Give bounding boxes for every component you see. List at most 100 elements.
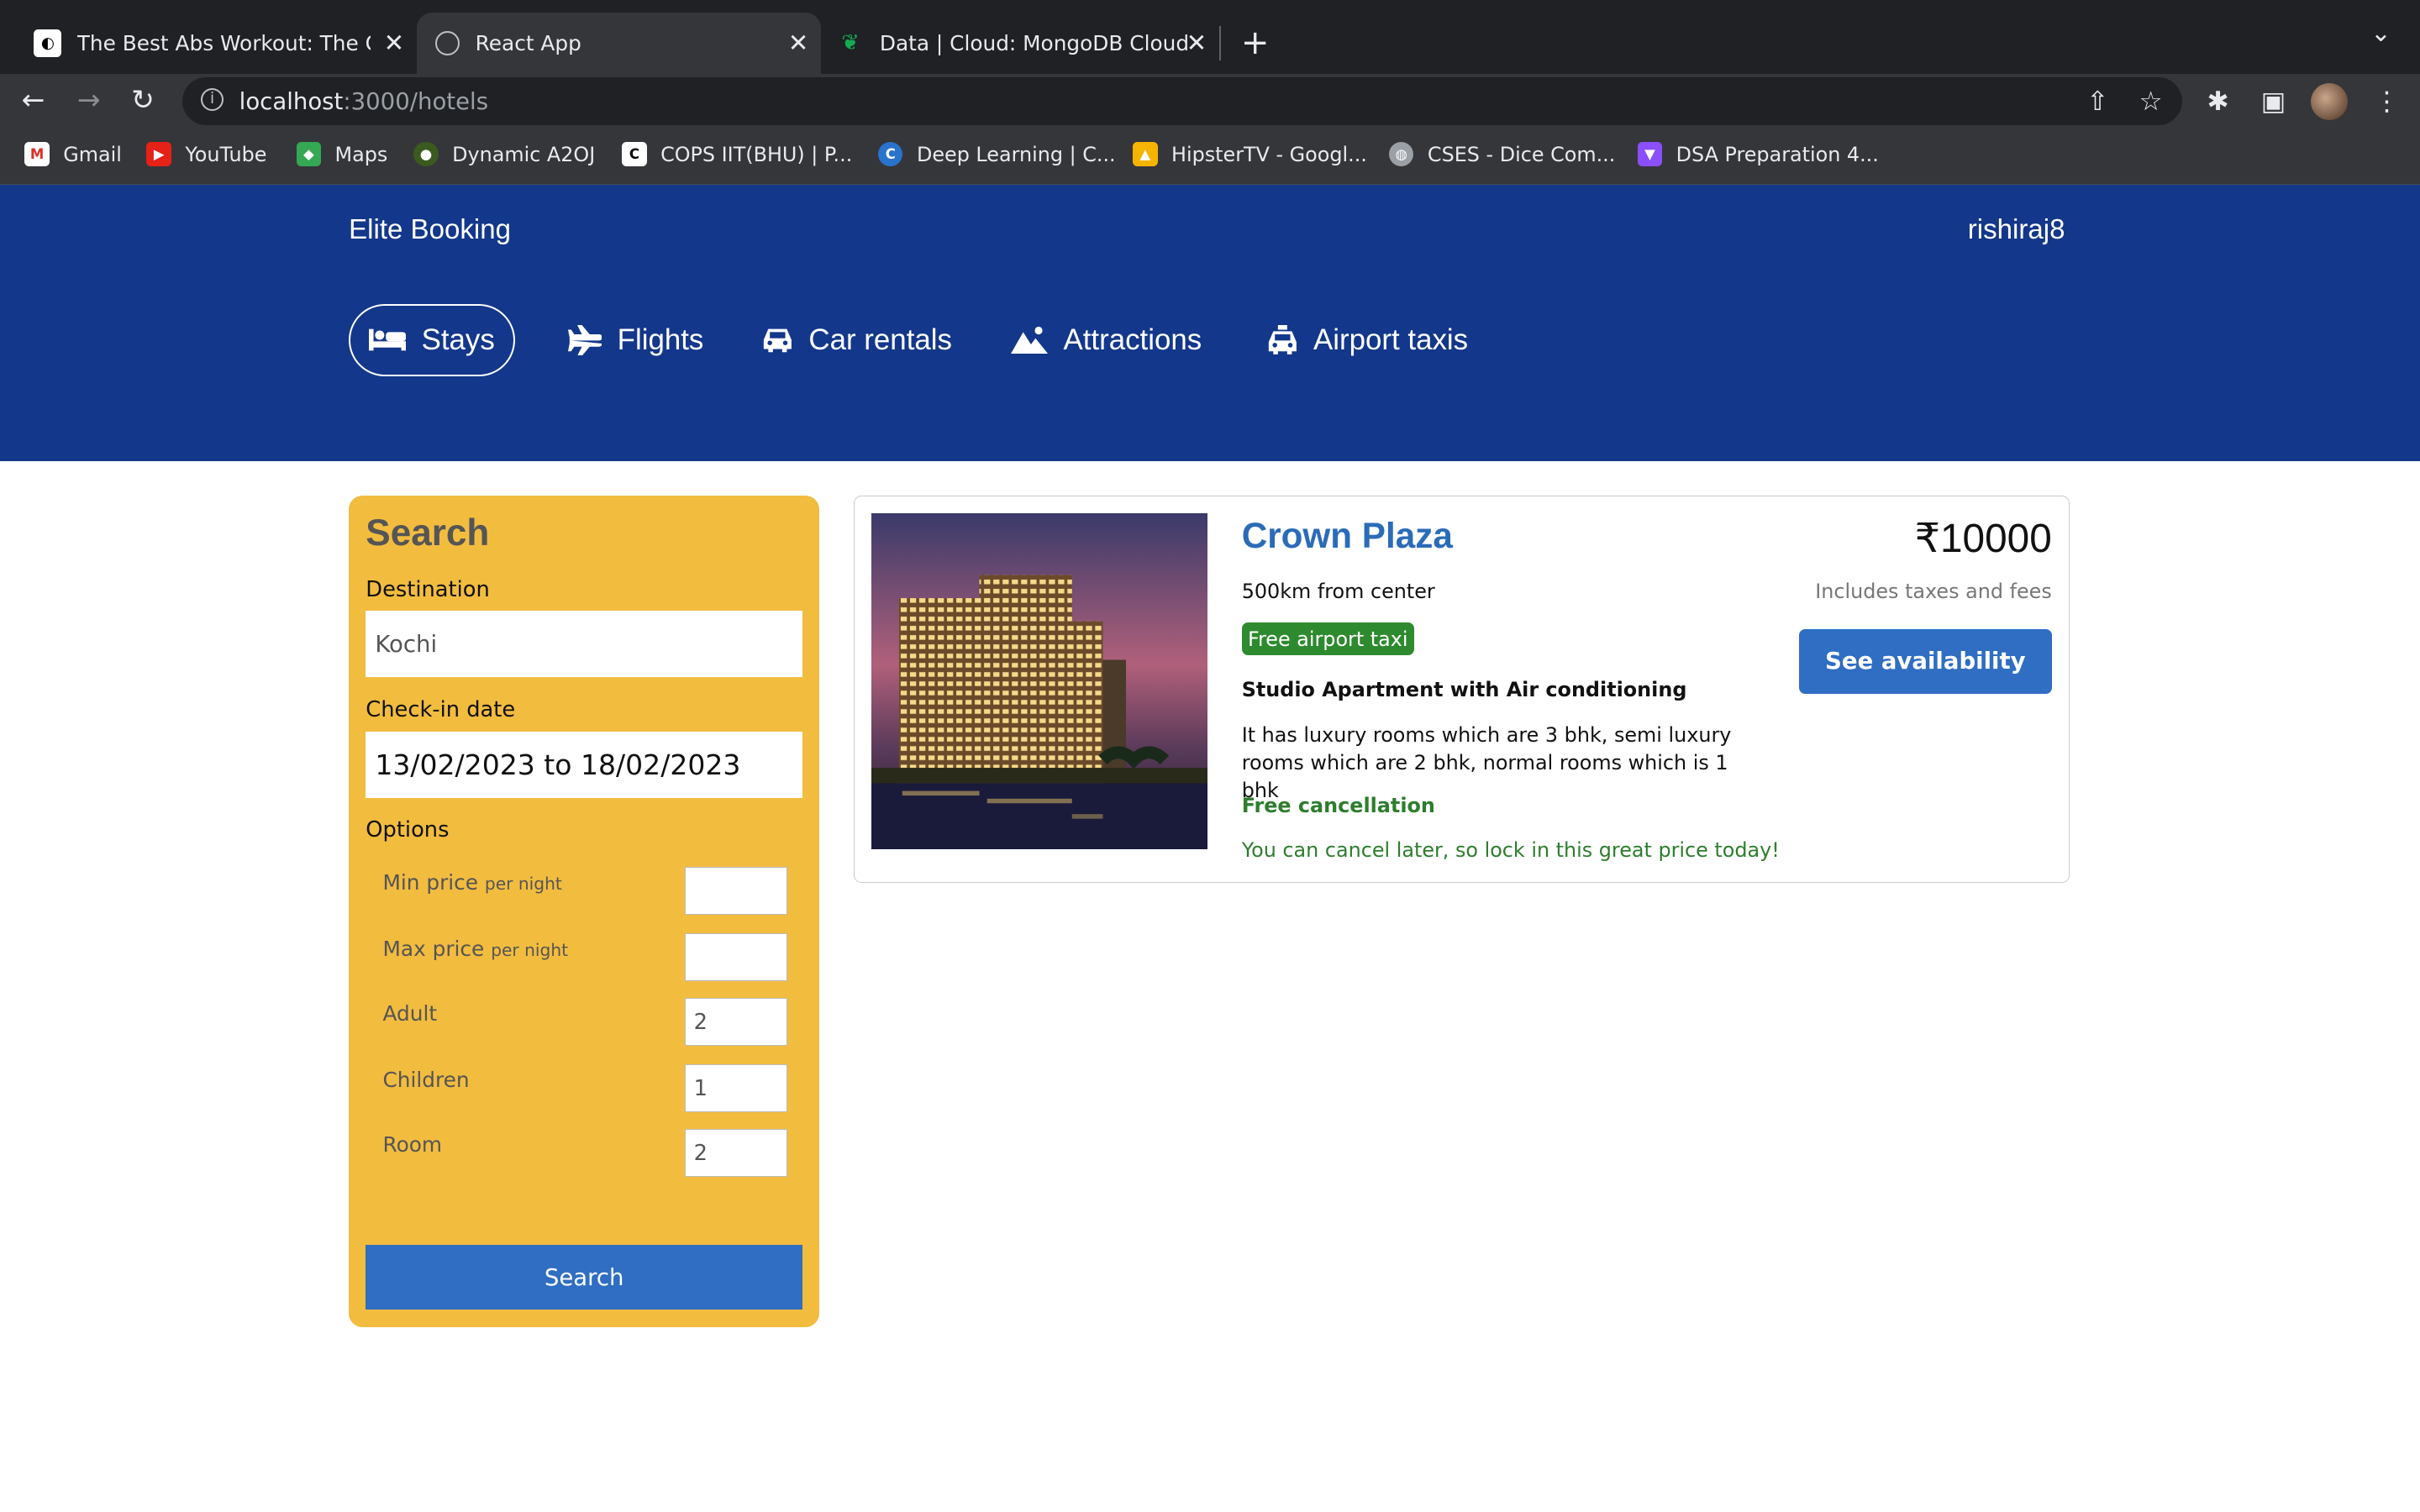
bookmark-a2oj[interactable]: ● Dynamic A2OJ bbox=[413, 141, 596, 167]
hotel-distance: 500km from center bbox=[1241, 579, 1435, 603]
coursera-icon: C bbox=[878, 141, 903, 167]
extensions-puzzle-icon[interactable]: ✱ bbox=[2207, 87, 2228, 117]
bookmark-gmail[interactable]: M Gmail bbox=[24, 141, 122, 167]
option-label: Min price per night bbox=[383, 870, 562, 895]
taxes-note: Includes taxes and fees bbox=[1815, 579, 2052, 603]
new-tab-icon[interactable]: + bbox=[1241, 22, 1270, 62]
tab-title: React App bbox=[475, 30, 581, 55]
app-header: Elite Booking rishiraj8 Stays Flights Ca… bbox=[0, 185, 2420, 462]
google-drive-icon: ▲ bbox=[1133, 141, 1158, 167]
option-label: Children bbox=[382, 1067, 470, 1092]
hotel-price: ₹10000 bbox=[1914, 517, 2052, 562]
option-min-price: Min price per night bbox=[383, 867, 787, 916]
hotel-name-link[interactable]: Crown Plaza bbox=[1242, 516, 1453, 556]
hotel-subtitle: Studio Apartment with Air conditioning bbox=[1241, 678, 1687, 702]
youtube-icon: ▶ bbox=[146, 141, 171, 167]
address-bar[interactable]: i localhost:3000/hotels ⇧ ☆ bbox=[182, 76, 2183, 125]
gmail-icon: M bbox=[24, 141, 50, 167]
car-icon bbox=[764, 329, 792, 353]
nav-car-rentals[interactable]: Car rentals bbox=[762, 304, 952, 376]
tab-title: The Best Abs Workout: The On bbox=[76, 30, 371, 55]
option-max-price: Max price per night bbox=[383, 933, 787, 982]
search-title: Search bbox=[366, 512, 490, 554]
browser-toolbar: ← → ↻ i localhost:3000/hotels ⇧ ☆ ✱ ▣ ⋮ bbox=[0, 74, 2420, 130]
forward-arrow-icon[interactable]: → bbox=[77, 83, 101, 116]
hotel-description: It has luxury rooms which are 3 bhk, sem… bbox=[1241, 722, 1732, 802]
brand-logo[interactable]: Elite Booking bbox=[349, 214, 511, 246]
profile-avatar[interactable] bbox=[2310, 83, 2348, 121]
bookmark-label: Dynamic A2OJ bbox=[452, 142, 596, 166]
browser-tab[interactable]: ◐ The Best Abs Workout: The On ✕ bbox=[18, 13, 417, 74]
close-tab-icon[interactable]: ✕ bbox=[788, 29, 809, 57]
taxi-icon bbox=[1268, 324, 1297, 354]
nav-label: Car rentals bbox=[808, 323, 952, 356]
per-night-text: per night bbox=[484, 873, 562, 894]
see-availability-button[interactable]: See availability bbox=[1798, 628, 2052, 694]
destination-label: Destination bbox=[366, 576, 490, 602]
maps-icon: ◆ bbox=[296, 141, 322, 167]
bookmark-youtube[interactable]: ▶ YouTube bbox=[146, 141, 266, 167]
bookmark-label: COPS IIT(BHU) | P... bbox=[660, 142, 853, 166]
search-button[interactable]: Search bbox=[366, 1245, 803, 1310]
checkin-date-field[interactable]: 13/02/2023 to 18/02/2023 bbox=[366, 731, 803, 798]
cancellation-note: You can cancel later, so lock in this gr… bbox=[1241, 838, 1780, 863]
children-input[interactable] bbox=[685, 1064, 787, 1113]
bookmark-dsa[interactable]: ▼ DSA Preparation 4... bbox=[1637, 141, 1879, 167]
url-path: :3000/hotels bbox=[343, 87, 489, 115]
option-adult: Adult bbox=[382, 998, 787, 1047]
plane-icon bbox=[567, 324, 602, 356]
room-input[interactable] bbox=[685, 1129, 787, 1178]
globe-icon bbox=[434, 30, 460, 56]
bookmark-label: DSA Preparation 4... bbox=[1676, 142, 1879, 166]
bookmark-label: Gmail bbox=[63, 142, 122, 166]
bookmark-deep-learning[interactable]: C Deep Learning | C... bbox=[878, 141, 1116, 167]
option-room: Room bbox=[383, 1129, 787, 1178]
browser-tab[interactable]: ❦ Data | Cloud: MongoDB Cloud ✕ bbox=[821, 13, 1219, 74]
globe-icon: ◍ bbox=[1389, 141, 1414, 167]
a2oj-icon: ● bbox=[413, 141, 439, 167]
bookmark-hipstertv[interactable]: ▲ HipsterTV - Googl... bbox=[1133, 141, 1367, 167]
nav-label: Stays bbox=[421, 323, 495, 356]
bookmark-cses[interactable]: ◍ CSES - Dice Com... bbox=[1389, 141, 1616, 167]
bookmark-label: HipsterTV - Googl... bbox=[1171, 142, 1367, 166]
options-label: Options bbox=[366, 817, 450, 843]
search-panel: Search Destination Check-in date 13/02/2… bbox=[349, 495, 820, 1327]
site-info-icon[interactable]: i bbox=[200, 87, 224, 112]
min-price-input[interactable] bbox=[685, 867, 787, 916]
mountain-icon bbox=[1011, 327, 1049, 354]
option-label: Adult bbox=[382, 1001, 438, 1026]
bookmark-label: CSES - Dice Com... bbox=[1427, 142, 1616, 166]
close-tab-icon[interactable]: ✕ bbox=[384, 29, 405, 57]
bookmark-maps[interactable]: ◆ Maps bbox=[296, 141, 387, 167]
bookmark-label: Deep Learning | C... bbox=[916, 142, 1116, 166]
share-icon[interactable]: ⇧ bbox=[2086, 87, 2108, 117]
url-host: localhost bbox=[239, 87, 344, 115]
browser-tab-active[interactable]: React App ✕ bbox=[416, 12, 822, 75]
close-tab-icon[interactable]: ✕ bbox=[1186, 29, 1207, 57]
nav-attractions[interactable]: Attractions bbox=[1011, 304, 1202, 376]
max-price-input[interactable] bbox=[685, 933, 787, 982]
back-arrow-icon[interactable]: ← bbox=[22, 83, 45, 116]
reload-icon[interactable]: ↻ bbox=[131, 83, 155, 116]
tab-title: Data | Cloud: MongoDB Cloud bbox=[879, 30, 1190, 55]
tab-search-chevron-icon[interactable]: ⌄ bbox=[2370, 18, 2391, 47]
side-panel-icon[interactable]: ▣ bbox=[2261, 87, 2286, 117]
username[interactable]: rishiraj8 bbox=[1968, 214, 2065, 246]
destination-input[interactable] bbox=[366, 611, 803, 678]
bookmark-cops[interactable]: C COPS IIT(BHU) | P... bbox=[622, 141, 853, 167]
free-taxi-badge: Free airport taxi bbox=[1241, 622, 1414, 656]
free-cancellation: Free cancellation bbox=[1241, 794, 1435, 818]
hotel-photo[interactable] bbox=[871, 512, 1208, 850]
option-label-text: Max price bbox=[382, 936, 485, 961]
nav-airport-taxis[interactable]: Airport taxis bbox=[1267, 304, 1468, 376]
nav-stays[interactable]: Stays bbox=[349, 303, 515, 377]
bookmark-star-icon[interactable]: ☆ bbox=[2139, 87, 2163, 117]
option-label: Max price per night bbox=[383, 937, 569, 961]
hotel-result-card: Crown Plaza 500km from center Free airpo… bbox=[853, 495, 2070, 883]
dsa-icon: ▼ bbox=[1637, 141, 1663, 167]
adult-input[interactable] bbox=[685, 998, 787, 1047]
more-menu-icon[interactable]: ⋮ bbox=[2374, 87, 2400, 117]
nav-flights[interactable]: Flights bbox=[567, 304, 703, 376]
site-favicon-icon: ◐ bbox=[34, 29, 62, 57]
option-children: Children bbox=[382, 1064, 787, 1113]
